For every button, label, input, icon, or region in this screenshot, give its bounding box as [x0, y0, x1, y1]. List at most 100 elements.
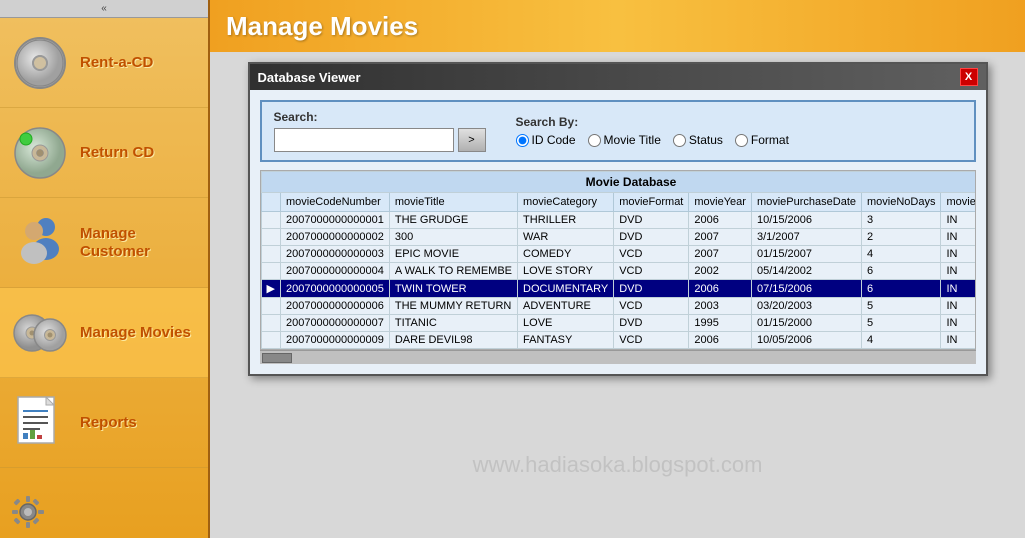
main-content: www.hadiasoka.blogspot.com Database View…	[210, 52, 1025, 538]
table-row[interactable]: 2007000000000002300WARDVD20073/1/20072IN	[261, 229, 976, 246]
table-cell: 4	[862, 246, 941, 263]
table-cell: VCD	[614, 332, 689, 349]
table-cell: DVD	[614, 315, 689, 332]
table-cell: DARE DEVIL98	[389, 332, 517, 349]
col-title: movieTitle	[389, 193, 517, 212]
table-cell: 2007000000000001	[280, 212, 389, 229]
radio-format[interactable]: Format	[735, 133, 789, 147]
table-cell: 2007000000000002	[280, 229, 389, 246]
scroll-thumb[interactable]	[262, 353, 292, 363]
table-cell: IN	[941, 280, 976, 298]
table-cell: IN	[941, 315, 976, 332]
db-close-btn[interactable]: X	[960, 68, 978, 86]
table-cell: COMEDY	[518, 246, 614, 263]
table-cell: 07/15/2006	[751, 280, 861, 298]
sidebar-item-rent-cd-label: Rent-a-CD	[80, 54, 153, 72]
table-cell: 2007	[689, 246, 752, 263]
table-cell: 2007000000000005	[280, 280, 389, 298]
table-cell: THE GRUDGE	[389, 212, 517, 229]
collapse-icon: «	[101, 3, 107, 14]
app-container: «	[0, 0, 1025, 538]
table-cell: TWIN TOWER	[389, 280, 517, 298]
table-cell: 300	[389, 229, 517, 246]
rent-cd-icon	[10, 33, 70, 93]
table-row[interactable]: 2007000000000004A WALK TO REMEMBELOVE ST…	[261, 263, 976, 280]
search-by-group: Search By: ID Code Movie Title	[516, 115, 789, 147]
radio-group: ID Code Movie Title Status	[516, 133, 789, 147]
sidebar-item-manage-customer-label: Manage Customer	[80, 225, 198, 261]
table-cell: LOVE	[518, 315, 614, 332]
col-category: movieCategory	[518, 193, 614, 212]
table-cell: 10/15/2006	[751, 212, 861, 229]
table-cell: IN	[941, 212, 976, 229]
table-cell: WAR	[518, 229, 614, 246]
radio-status-label: Status	[689, 133, 723, 147]
sidebar-item-return-cd[interactable]: Return CD	[0, 108, 208, 198]
table-cell: VCD	[614, 298, 689, 315]
settings-icon[interactable]	[10, 494, 46, 533]
table-cell: 2007000000000009	[280, 332, 389, 349]
sidebar-item-rent-cd[interactable]: Rent-a-CD	[0, 18, 208, 108]
table-row[interactable]: 2007000000000009DARE DEVIL98FANTASYVCD20…	[261, 332, 976, 349]
db-titlebar: Database Viewer X	[250, 64, 986, 90]
table-cell: FANTASY	[518, 332, 614, 349]
row-arrow: ▶	[261, 280, 280, 298]
main-area: Manage Movies www.hadiasoka.blogspot.com…	[210, 0, 1025, 538]
table-cell: 2007000000000007	[280, 315, 389, 332]
table-cell: 5	[862, 298, 941, 315]
table-cell: 1995	[689, 315, 752, 332]
page-title: Manage Movies	[226, 11, 418, 42]
radio-status[interactable]: Status	[673, 133, 723, 147]
table-cell: 05/14/2002	[751, 263, 861, 280]
sidebar-item-manage-customer[interactable]: Manage Customer	[0, 198, 208, 288]
table-cell: 2006	[689, 280, 752, 298]
col-format: movieFormat	[614, 193, 689, 212]
table-cell: DOCUMENTARY	[518, 280, 614, 298]
col-purchase-date: moviePurchaseDate	[751, 193, 861, 212]
table-cell: TITANIC	[389, 315, 517, 332]
table-cell: VCD	[614, 246, 689, 263]
table-row[interactable]: ▶2007000000000005TWIN TOWERDOCUMENTARYDV…	[261, 280, 976, 298]
radio-id-code-label: ID Code	[532, 133, 576, 147]
search-input-group: >	[274, 128, 486, 152]
table-cell: IN	[941, 298, 976, 315]
table-cell: 01/15/2000	[751, 315, 861, 332]
table-title: Movie Database	[261, 172, 976, 193]
table-wrapper: Movie Database movieCodeNumber movieTitl…	[260, 170, 976, 350]
sidebar-collapse-btn[interactable]: «	[0, 0, 208, 18]
manage-movies-icon	[10, 303, 70, 363]
main-header: Manage Movies	[210, 0, 1025, 52]
table-row[interactable]: 2007000000000001THE GRUDGETHRILLERDVD200…	[261, 212, 976, 229]
table-cell: 6	[862, 263, 941, 280]
col-status: movieStat	[941, 193, 976, 212]
table-header-row: movieCodeNumber movieTitle movieCategory…	[261, 193, 976, 212]
col-code: movieCodeNumber	[280, 193, 389, 212]
col-arrow	[261, 193, 280, 212]
table-cell: 2002	[689, 263, 752, 280]
table-cell: IN	[941, 263, 976, 280]
col-year: movieYear	[689, 193, 752, 212]
sidebar-item-reports[interactable]: Reports	[0, 378, 208, 468]
sidebar-item-manage-movies[interactable]: Manage Movies	[0, 288, 208, 378]
search-section: Search: >	[274, 110, 486, 152]
search-input[interactable]	[274, 128, 454, 152]
table-row[interactable]: 2007000000000007TITANICLOVEDVD199501/15/…	[261, 315, 976, 332]
radio-id-code[interactable]: ID Code	[516, 133, 576, 147]
manage-customer-icon	[10, 213, 70, 273]
row-arrow	[261, 298, 280, 315]
search-go-btn[interactable]: >	[458, 128, 486, 152]
sidebar-item-manage-movies-label: Manage Movies	[80, 324, 191, 342]
table-cell: 2007000000000006	[280, 298, 389, 315]
col-no-days: movieNoDays	[862, 193, 941, 212]
radio-movie-title[interactable]: Movie Title	[588, 133, 661, 147]
table-cell: 10/05/2006	[751, 332, 861, 349]
horizontal-scrollbar[interactable]	[260, 350, 976, 364]
table-cell: 2003	[689, 298, 752, 315]
table-cell: THRILLER	[518, 212, 614, 229]
db-window-title: Database Viewer	[258, 70, 361, 85]
table-cell: EPIC MOVIE	[389, 246, 517, 263]
table-cell: 03/20/2003	[751, 298, 861, 315]
table-cell: 01/15/2007	[751, 246, 861, 263]
table-row[interactable]: 2007000000000006THE MUMMY RETURNADVENTUR…	[261, 298, 976, 315]
table-row[interactable]: 2007000000000003EPIC MOVIECOMEDYVCD20070…	[261, 246, 976, 263]
